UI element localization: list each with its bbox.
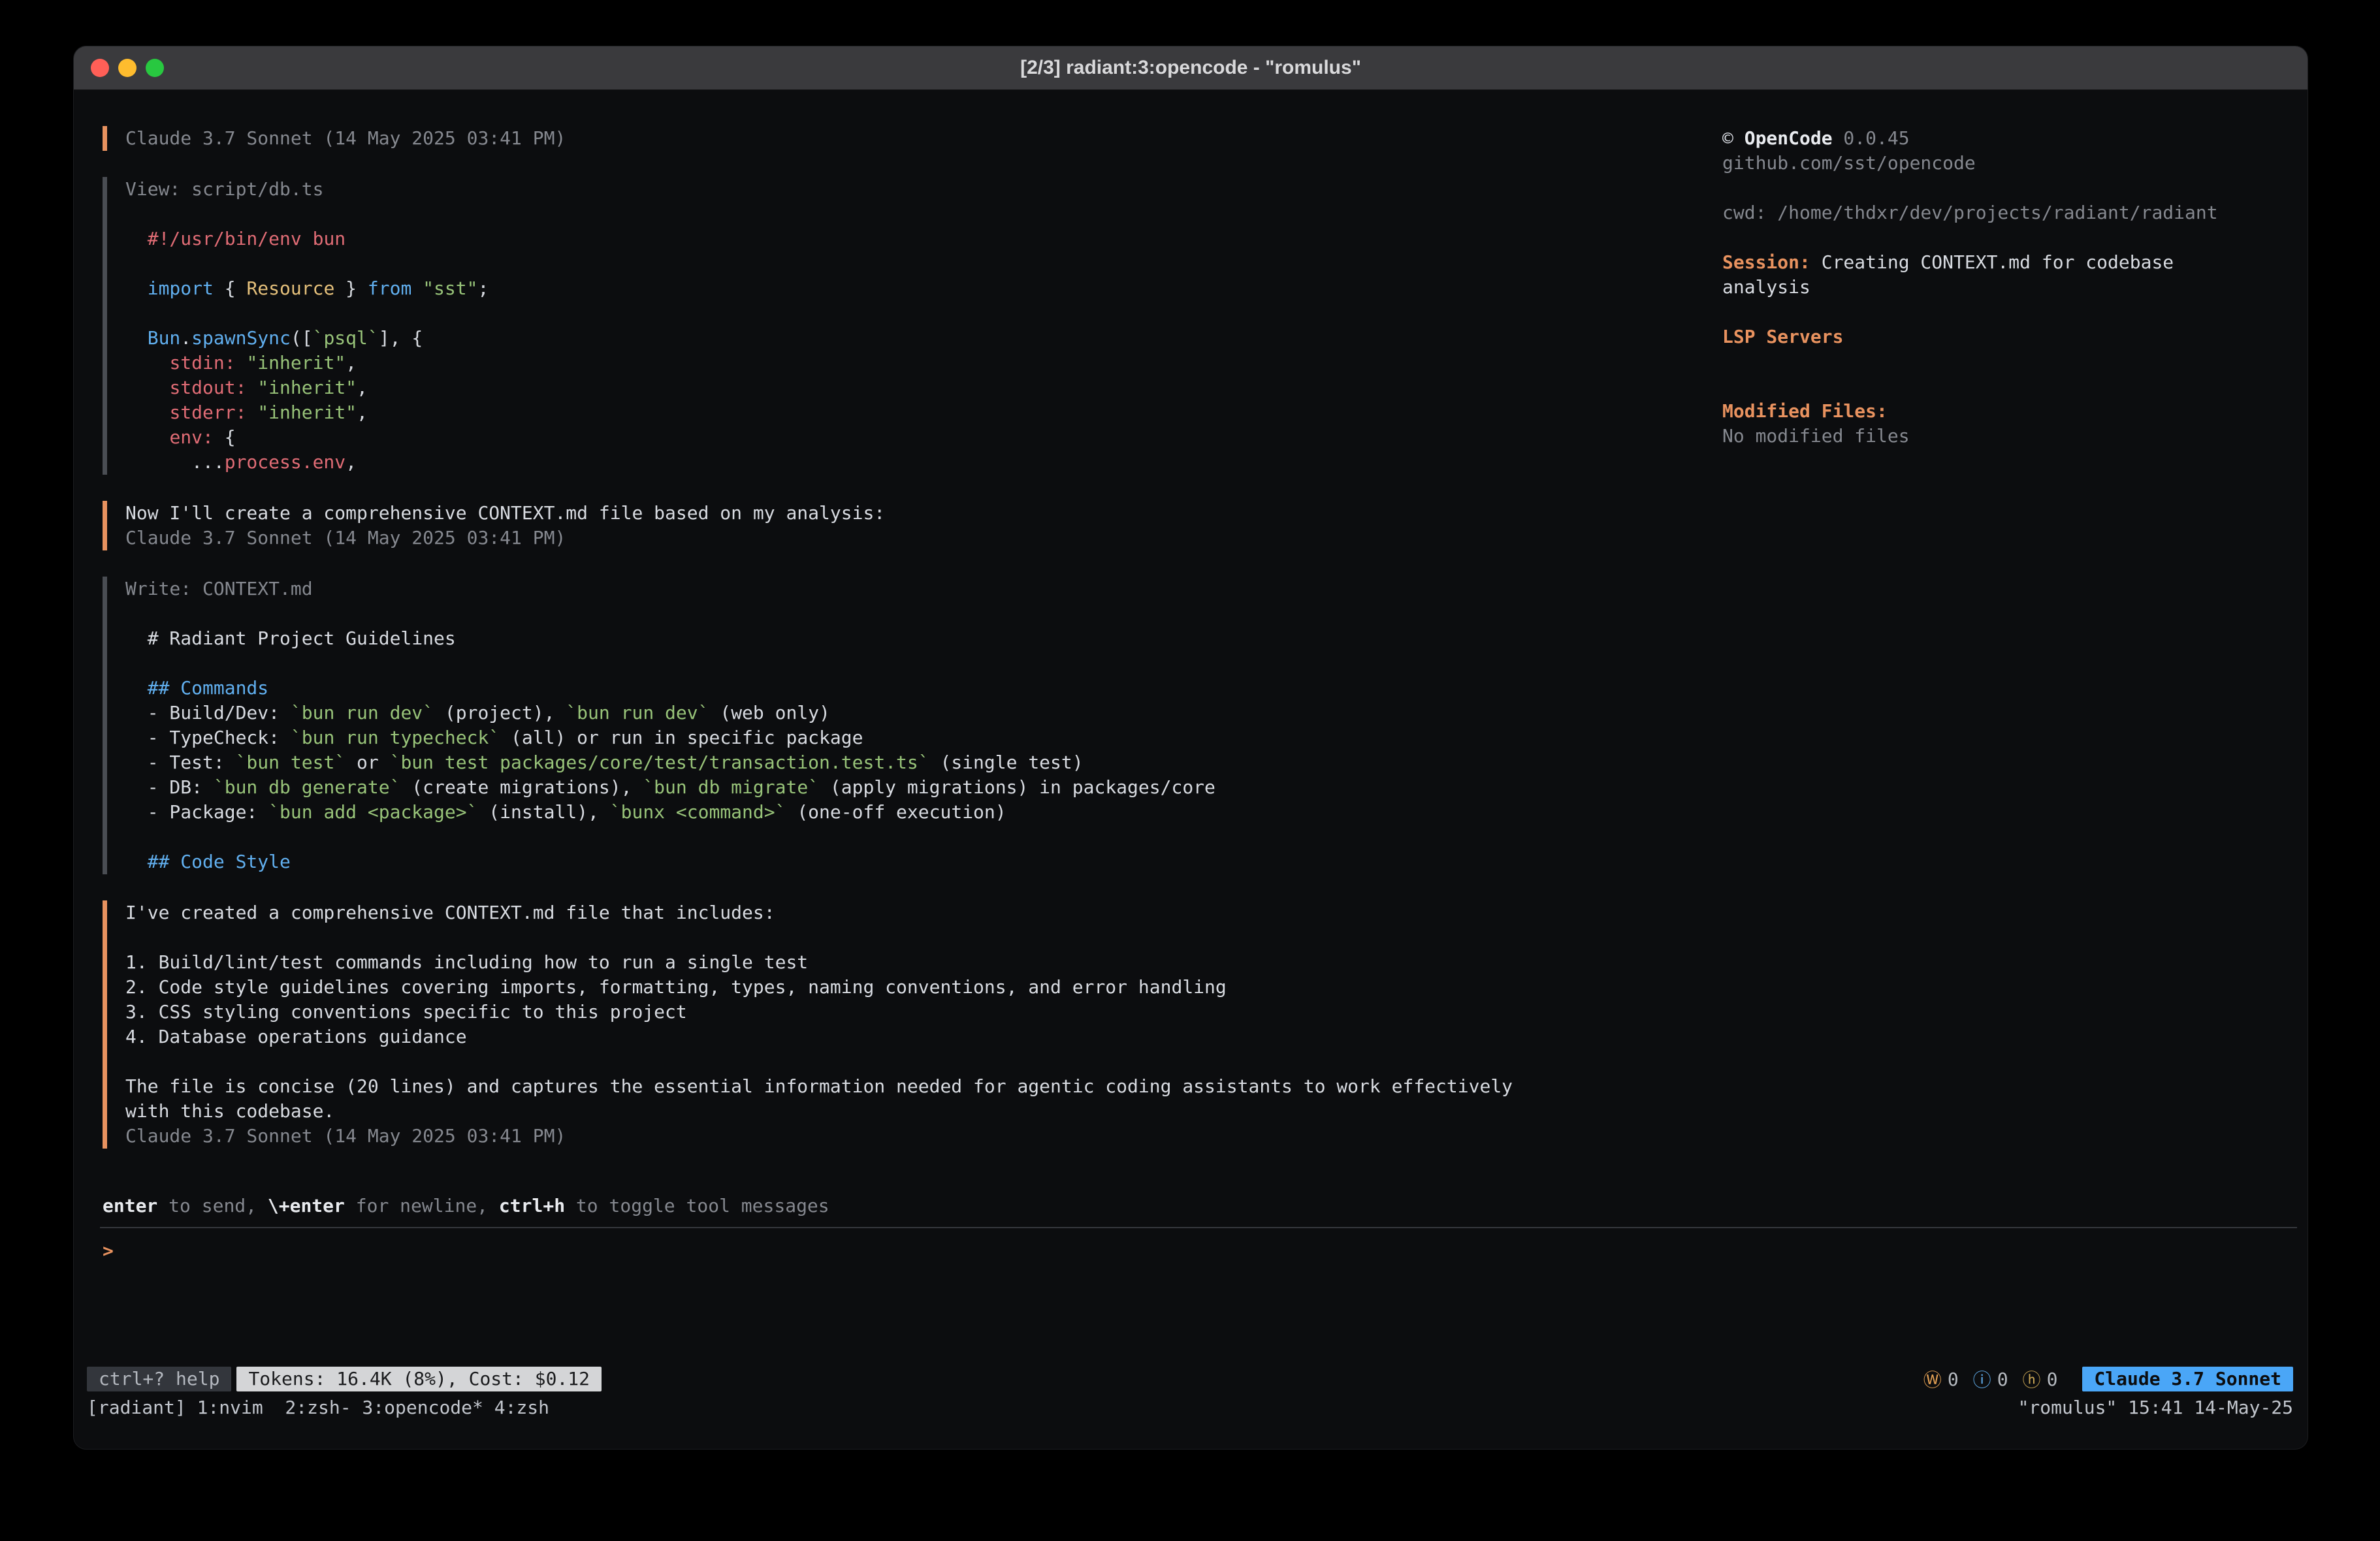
- text-line: analysis: [1722, 275, 2281, 300]
- text-line: stdin: "inherit",: [125, 351, 1707, 375]
- text-line: import { Resource } from "sst";: [125, 276, 1707, 301]
- text-line: - Test: `bun test` or `bun test packages…: [125, 750, 1707, 775]
- model-badge[interactable]: Claude 3.7 Sonnet: [2082, 1367, 2293, 1391]
- window-titlebar: [2/3] radiant:3:opencode - "romulus": [74, 46, 2308, 90]
- diagnostic-hints: ⓗ0: [2023, 1366, 2058, 1392]
- text-line: - Build/Dev: `bun run dev` (project), `b…: [125, 701, 1707, 725]
- assistant-summary-message: I've created a comprehensive CONTEXT.md …: [103, 900, 1707, 1149]
- text-line: #!/usr/bin/env bun: [125, 227, 1707, 251]
- tmux-status-bar: [radiant] 1:nvim 2:zsh- 3:opencode* 4:zs…: [87, 1395, 2293, 1420]
- text-line: [1722, 374, 2281, 399]
- text-line: View: script/db.ts: [125, 177, 1707, 202]
- text-line: LSP Servers: [1722, 325, 2281, 349]
- minimize-button[interactable]: [118, 59, 137, 77]
- tool-write-block: Write: CONTEXT.md # Radiant Project Guid…: [103, 577, 1707, 874]
- text-line: github.com/sst/opencode: [1722, 151, 2281, 176]
- traffic-lights: [91, 46, 164, 89]
- message-header: Claude 3.7 Sonnet (14 May 2025 03:41 PM): [103, 126, 1707, 151]
- prompt-symbol: >: [103, 1240, 114, 1262]
- text-line: Write: CONTEXT.md: [125, 577, 1707, 601]
- text-line: [1722, 225, 2281, 250]
- help-badge[interactable]: ctrl+? help: [87, 1367, 231, 1391]
- status-bar: ctrl+? help Tokens: 16.4K (8%), Cost: $0…: [87, 1367, 2293, 1391]
- assistant-message: Now I'll create a comprehensive CONTEXT.…: [103, 501, 1707, 550]
- close-button[interactable]: [91, 59, 109, 77]
- text-line: [125, 251, 1707, 276]
- text-line: ...process.env,: [125, 450, 1707, 475]
- hint-line: enter to send, \+enter for newline, ctrl…: [103, 1194, 2281, 1218]
- text-line: [1722, 176, 2281, 200]
- text-line: © OpenCode 0.0.45: [1722, 126, 2281, 151]
- text-line: Bun.spawnSync([`psql`], {: [125, 326, 1707, 351]
- tmux-windows[interactable]: [radiant] 1:nvim 2:zsh- 3:opencode* 4:zs…: [87, 1395, 549, 1420]
- input-separator: [100, 1227, 2297, 1228]
- tmux-session-info: "romulus" 15:41 14-May-25: [2018, 1395, 2293, 1420]
- statusbar-right: Ⓦ0ⓘ0ⓗ0 Claude 3.7 Sonnet: [1923, 1366, 2293, 1392]
- text-line: - Package: `bun add <package>` (install)…: [125, 800, 1707, 825]
- text-line: No modified files: [1722, 424, 2281, 449]
- diagnostics: Ⓦ0ⓘ0ⓗ0: [1923, 1366, 2058, 1392]
- terminal-content: Claude 3.7 Sonnet (14 May 2025 03:41 PM)…: [74, 89, 2308, 1175]
- text-line: Now I'll create a comprehensive CONTEXT.…: [125, 501, 1707, 526]
- session-sidebar: © OpenCode 0.0.45github.com/sst/opencode…: [1707, 126, 2281, 1175]
- text-line: cwd: /home/thdxr/dev/projects/radiant/ra…: [1722, 200, 2281, 225]
- text-line: # Radiant Project Guidelines: [125, 626, 1707, 651]
- text-line: [125, 925, 1707, 950]
- tool-view-block: View: script/db.ts #!/usr/bin/env bun im…: [103, 177, 1707, 475]
- text-line: Claude 3.7 Sonnet (14 May 2025 03:41 PM): [125, 1124, 1707, 1149]
- hints-icon: ⓗ: [2023, 1366, 2041, 1392]
- text-line: [125, 651, 1707, 676]
- text-line: Claude 3.7 Sonnet (14 May 2025 03:41 PM): [125, 526, 1707, 550]
- text-line: stdout: "inherit",: [125, 375, 1707, 400]
- zoom-button[interactable]: [146, 59, 164, 77]
- terminal-window: [2/3] radiant:3:opencode - "romulus" Cla…: [73, 46, 2308, 1450]
- warnings-icon: Ⓦ: [1923, 1366, 1942, 1392]
- info-icon: ⓘ: [1973, 1366, 1991, 1392]
- text-line: [125, 601, 1707, 626]
- text-line: 4. Database operations guidance: [125, 1025, 1707, 1049]
- chat-blocks: Claude 3.7 Sonnet (14 May 2025 03:41 PM)…: [103, 126, 1707, 1175]
- text-line: Session: Creating CONTEXT.md for codebas…: [1722, 250, 2281, 275]
- text-line: [125, 825, 1707, 850]
- command-input[interactable]: >: [103, 1239, 2281, 1356]
- text-line: Claude 3.7 Sonnet (14 May 2025 03:41 PM): [125, 126, 1707, 151]
- text-line: ## Commands: [125, 676, 1707, 701]
- text-line: - DB: `bun db generate` (create migratio…: [125, 775, 1707, 800]
- tokens-cost-badge: Tokens: 16.4K (8%), Cost: $0.12: [236, 1367, 602, 1391]
- text-line: 2. Code style guidelines covering import…: [125, 975, 1707, 1000]
- text-line: I've created a comprehensive CONTEXT.md …: [125, 900, 1707, 925]
- text-line: [125, 1049, 1707, 1074]
- text-line: - TypeCheck: `bun run typecheck` (all) o…: [125, 725, 1707, 750]
- text-line: ## Code Style: [125, 850, 1707, 874]
- text-line: 1. Build/lint/test commands including ho…: [125, 950, 1707, 975]
- text-line: Modified Files:: [1722, 399, 2281, 424]
- warnings-count: 0: [1948, 1369, 1959, 1390]
- text-line: [125, 202, 1707, 227]
- text-line: env: {: [125, 425, 1707, 450]
- text-line: [125, 301, 1707, 326]
- diagnostic-info: ⓘ0: [1973, 1366, 2008, 1392]
- info-count: 0: [1997, 1369, 2008, 1390]
- text-line: stderr: "inherit",: [125, 400, 1707, 425]
- text-line: [1722, 300, 2281, 325]
- hints-count: 0: [2047, 1369, 2058, 1390]
- window-title: [2/3] radiant:3:opencode - "romulus": [1020, 57, 1361, 79]
- text-line: The file is concise (20 lines) and captu…: [125, 1074, 1707, 1099]
- text-line: 3. CSS styling conventions specific to t…: [125, 1000, 1707, 1025]
- text-line: [1722, 349, 2281, 374]
- text-line: with this codebase.: [125, 1099, 1707, 1124]
- diagnostic-warnings: Ⓦ0: [1923, 1366, 1959, 1392]
